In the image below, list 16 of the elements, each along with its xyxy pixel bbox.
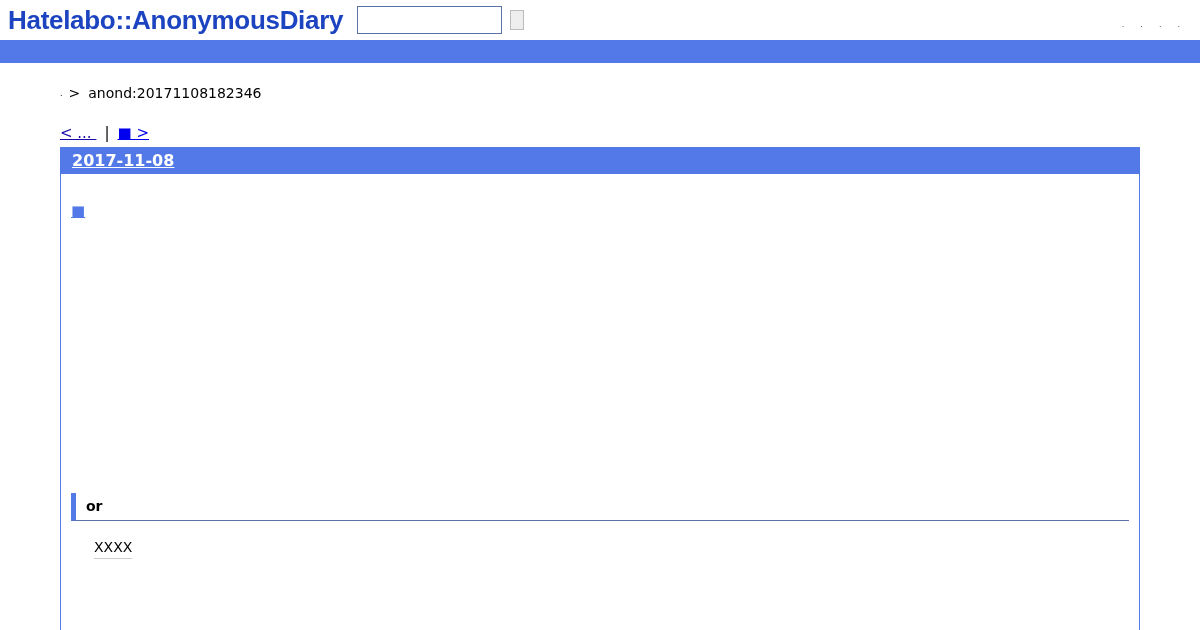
section-heading: or <box>71 492 1129 521</box>
keyword-link[interactable]: XXXX <box>94 536 133 559</box>
next-link[interactable]: ■ > <box>117 122 149 145</box>
prev-link[interactable]: < ... <box>60 122 97 145</box>
nav-link[interactable]: . <box>1177 19 1180 31</box>
search-field[interactable] <box>357 6 503 34</box>
home-link[interactable]: . <box>60 87 63 100</box>
nav-link[interactable]: . <box>1121 19 1125 31</box>
breadcrumb-separator: > <box>68 84 81 103</box>
date-link[interactable]: 2017-11-08 <box>72 148 175 173</box>
pager-divider: | <box>104 123 110 144</box>
entry-title-link[interactable]: ■ <box>71 199 86 222</box>
site-logo[interactable]: Hatelabo::AnonymousDiary <box>8 0 344 40</box>
nav-link[interactable]: . <box>1158 19 1162 31</box>
nav-link[interactable]: . <box>1140 19 1143 31</box>
breadcrumb-current: anond:20171108182346 <box>88 84 262 103</box>
